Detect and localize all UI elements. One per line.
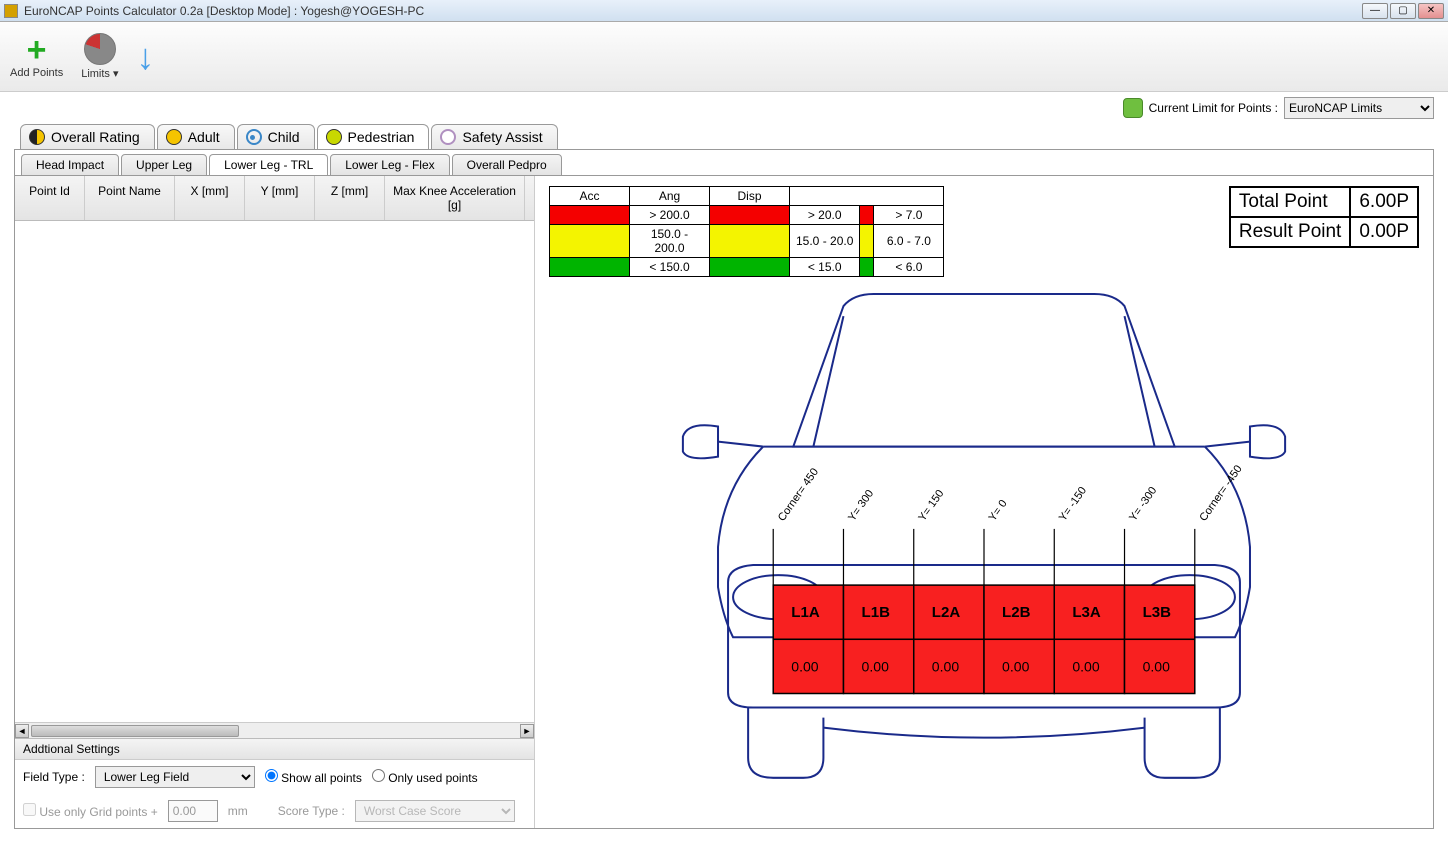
title-bar: EuroNCAP Points Calculator 0.2a [Desktop…	[0, 0, 1448, 22]
field-type-select[interactable]: Lower Leg Field	[95, 766, 255, 788]
svg-text:Y= -150: Y= -150	[1057, 485, 1089, 524]
svg-text:L3B: L3B	[1143, 604, 1172, 621]
svg-text:L2B: L2B	[1002, 604, 1031, 621]
arrow-down-icon: ↓	[137, 42, 155, 72]
subtab-lower-leg-trl[interactable]: Lower Leg - TRL	[209, 154, 328, 176]
mm-label: mm	[228, 804, 248, 818]
grid-body[interactable]	[15, 221, 534, 722]
score-type-select: Worst Case Score	[355, 800, 515, 822]
main-toolbar: + Add Points Limits ▾ ↓	[0, 22, 1448, 92]
content-frame: Head Impact Upper Leg Lower Leg - TRL Lo…	[14, 149, 1434, 829]
points-grid-panel: Point Id Point Name X [mm] Y [mm] Z [mm]…	[15, 176, 535, 828]
limit-select[interactable]: EuroNCAP Limits	[1284, 97, 1434, 119]
points-summary: Total Point6.00P Result Point0.00P	[1229, 186, 1419, 248]
subtab-overall-pedpro[interactable]: Overall Pedpro	[452, 154, 562, 176]
tab-pedestrian[interactable]: Pedestrian	[317, 124, 430, 149]
col-max-knee[interactable]: Max Knee Acceleration [g]	[385, 176, 525, 220]
show-all-radio[interactable]: Show all points	[265, 769, 362, 785]
grid-horizontal-scrollbar[interactable]: ◄ ►	[15, 722, 534, 738]
safety-assist-icon	[440, 129, 456, 145]
svg-text:L1A: L1A	[791, 604, 820, 621]
svg-text:L2A: L2A	[932, 604, 961, 621]
total-point-label: Total Point	[1230, 187, 1350, 217]
only-used-radio[interactable]: Only used points	[372, 769, 478, 785]
col-point-name[interactable]: Point Name	[85, 176, 175, 220]
minimize-button[interactable]: —	[1362, 3, 1388, 19]
result-point-label: Result Point	[1230, 217, 1350, 247]
grid-header: Point Id Point Name X [mm] Y [mm] Z [mm]…	[15, 176, 534, 221]
limit-selector-row: Current Limit for Points : EuroNCAP Limi…	[0, 92, 1448, 124]
sub-tabs: Head Impact Upper Leg Lower Leg - TRL Lo…	[15, 150, 1433, 176]
car-diagram: Corner= 450 Y= 300 Y= 150 Y= 0 Y= -150 Y…	[535, 286, 1433, 828]
svg-text:0.00: 0.00	[1143, 658, 1171, 674]
additional-settings: Addtional Settings Field Type : Lower Le…	[15, 738, 534, 828]
tab-overall-rating[interactable]: Overall Rating	[20, 124, 155, 149]
limit-label: Current Limit for Points :	[1149, 101, 1278, 115]
svg-text:Y= 0: Y= 0	[987, 498, 1010, 524]
col-point-id[interactable]: Point Id	[15, 176, 85, 220]
svg-text:0.00: 0.00	[1002, 658, 1030, 674]
window-title: EuroNCAP Points Calculator 0.2a [Desktop…	[24, 4, 1362, 18]
grid-offset-input	[168, 800, 218, 822]
svg-text:Y= 300: Y= 300	[846, 488, 876, 524]
child-icon	[246, 129, 262, 145]
limit-icon	[1123, 98, 1143, 118]
settings-header: Addtional Settings	[15, 739, 534, 760]
adult-icon	[166, 129, 182, 145]
visualization-panel: Acc Ang Disp > 200.0> 20.0> 7.0 150.0 - …	[535, 176, 1433, 828]
tab-adult[interactable]: Adult	[157, 124, 235, 149]
subtab-head-impact[interactable]: Head Impact	[21, 154, 119, 176]
down-arrow-button[interactable]: ↓	[137, 42, 155, 72]
overall-icon	[29, 129, 45, 145]
col-y[interactable]: Y [mm]	[245, 176, 315, 220]
limits-button[interactable]: Limits ▾	[81, 33, 118, 80]
scroll-right-arrow[interactable]: ►	[520, 724, 534, 738]
svg-text:Y= -300: Y= -300	[1127, 485, 1159, 524]
app-icon	[4, 4, 18, 18]
col-x[interactable]: X [mm]	[175, 176, 245, 220]
svg-text:0.00: 0.00	[791, 658, 819, 674]
svg-text:L3A: L3A	[1072, 604, 1101, 621]
gauge-icon	[84, 33, 116, 65]
scroll-left-arrow[interactable]: ◄	[15, 724, 29, 738]
tab-safety-assist[interactable]: Safety Assist	[431, 124, 557, 149]
threshold-legend: Acc Ang Disp > 200.0> 20.0> 7.0 150.0 - …	[549, 186, 944, 277]
svg-text:0.00: 0.00	[1072, 658, 1100, 674]
main-tabs: Overall Rating Adult Child Pedestrian Sa…	[0, 124, 1448, 149]
plus-icon: +	[27, 35, 47, 65]
total-point-value: 6.00P	[1350, 187, 1418, 217]
svg-text:Y= 150: Y= 150	[916, 488, 946, 524]
score-type-label: Score Type :	[278, 804, 345, 818]
svg-text:Corner= 450: Corner= 450	[776, 466, 821, 523]
result-point-value: 0.00P	[1350, 217, 1418, 247]
add-points-button[interactable]: + Add Points	[10, 35, 63, 79]
svg-text:L1B: L1B	[862, 604, 891, 621]
field-type-label: Field Type :	[23, 770, 85, 784]
tab-child[interactable]: Child	[237, 124, 315, 149]
subtab-upper-leg[interactable]: Upper Leg	[121, 154, 207, 176]
svg-text:0.00: 0.00	[932, 658, 960, 674]
pedestrian-icon	[326, 129, 342, 145]
col-z[interactable]: Z [mm]	[315, 176, 385, 220]
dropdown-caret-icon: ▾	[110, 68, 119, 80]
use-grid-checkbox[interactable]: Use only Grid points +	[23, 803, 158, 819]
scroll-thumb[interactable]	[31, 725, 239, 737]
subtab-lower-leg-flex[interactable]: Lower Leg - Flex	[330, 154, 449, 176]
svg-text:0.00: 0.00	[862, 658, 890, 674]
close-button[interactable]: ✕	[1418, 3, 1444, 19]
maximize-button[interactable]: ▢	[1390, 3, 1416, 19]
